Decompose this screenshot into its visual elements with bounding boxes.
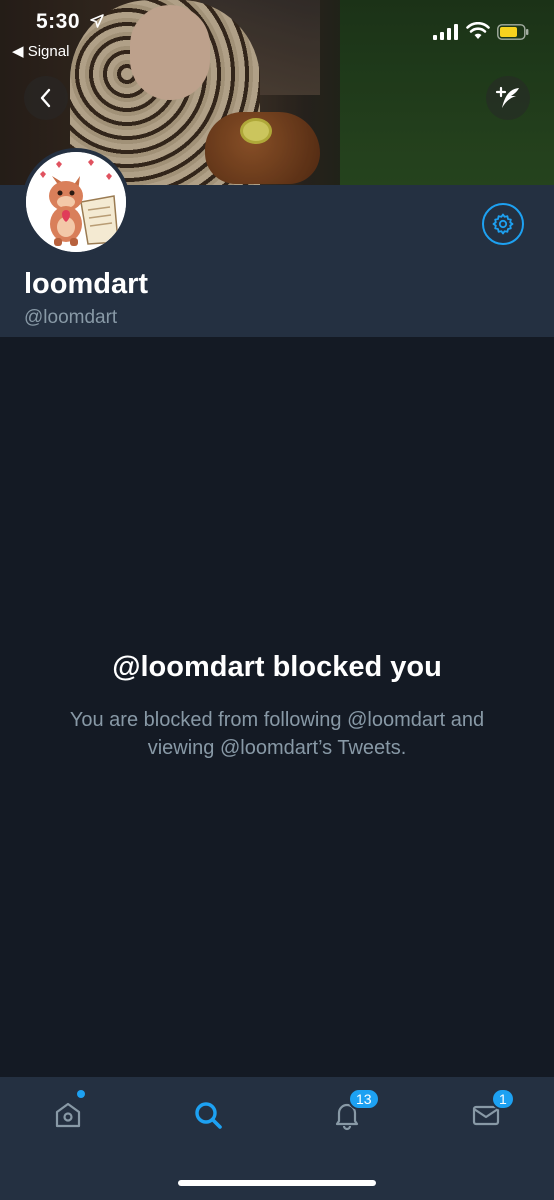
blocked-title: @loomdart blocked you [112, 651, 442, 683]
back-button[interactable] [24, 76, 68, 120]
compose-feather-icon [495, 86, 519, 108]
home-indicator[interactable] [178, 1180, 376, 1186]
avatar[interactable] [22, 148, 130, 256]
profile-display-name: loomdart [24, 268, 149, 300]
search-icon [195, 1102, 222, 1129]
messages-badge: 1 [491, 1088, 515, 1110]
avatar-cartoon-image [26, 152, 126, 252]
compose-tweet-button[interactable] [486, 76, 530, 120]
profile-handle: @loomdart [24, 307, 118, 328]
chevron-left-icon [40, 88, 51, 108]
wifi-icon [466, 22, 490, 39]
status-time: 5:30 [36, 10, 81, 33]
notifications-badge: 13 [348, 1088, 380, 1110]
gear-icon [492, 213, 514, 235]
home-icon [55, 1102, 81, 1128]
back-to-app-link[interactable]: ◀ Signal [12, 42, 69, 60]
home-new-content-dot [77, 1090, 85, 1098]
location-arrow-icon [90, 14, 104, 28]
blocked-description: You are blocked from following @loomdart… [69, 709, 485, 759]
profile-settings-button[interactable] [482, 203, 524, 245]
cellular-signal-icon [433, 24, 458, 40]
status-bar: 5:30 ◀ Signal [0, 0, 554, 70]
tab-search[interactable] [188, 1095, 228, 1135]
battery-icon [497, 24, 529, 40]
tab-home[interactable] [48, 1095, 88, 1135]
